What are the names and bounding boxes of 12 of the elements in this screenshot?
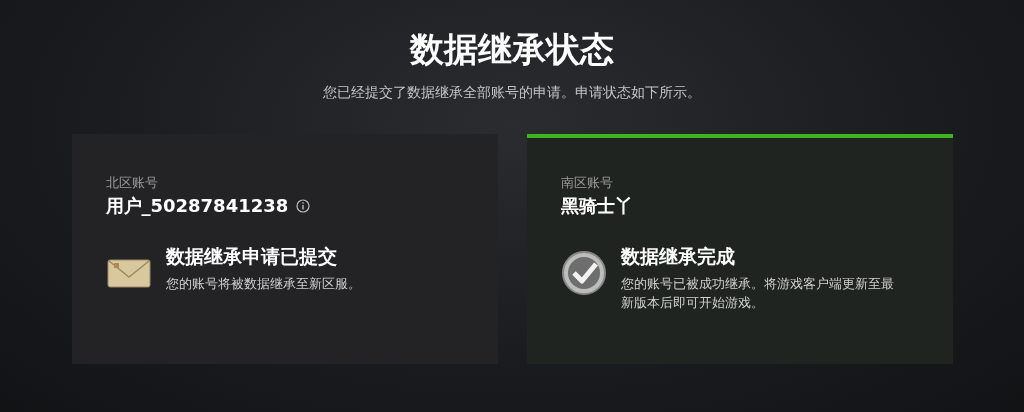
status-description: 您的账号将被数据继承至新区服。: [165, 275, 361, 293]
page-subtitle: 您已经提交了数据继承全部账号的申请。申请状态如下所示。: [323, 84, 701, 102]
account-name: 用户_50287841238: [105, 194, 289, 218]
status-title: 数据继承申请已提交: [165, 244, 338, 269]
region-label: 南区账号: [560, 174, 613, 192]
status-title: 数据继承完成: [620, 244, 736, 269]
region-label: 北区账号: [105, 174, 158, 192]
status-description: 您的账号已被成功继承。将游戏客户端更新至最新版本后即可开始游戏。: [620, 275, 895, 312]
page-title: 数据继承状态: [410, 28, 614, 71]
account-name: 黑骑士丫: [560, 194, 633, 218]
checkmark-badge-icon: [560, 250, 607, 296]
info-icon[interactable]: [296, 199, 311, 213]
